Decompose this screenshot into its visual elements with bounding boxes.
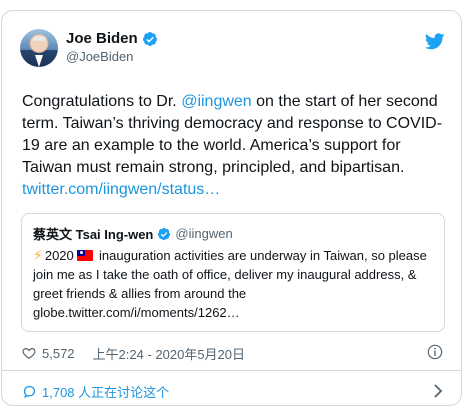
- heart-icon[interactable]: [22, 346, 36, 360]
- replies-footer[interactable]: 1,708 人正在讨论这个: [22, 382, 443, 400]
- replies-label[interactable]: 1,708 人正在讨论这个: [42, 382, 169, 401]
- verified-badge-icon: [158, 227, 171, 240]
- tweet-timestamp[interactable]: 上午2:24 - 2020年5月20日: [93, 344, 245, 363]
- info-icon[interactable]: [427, 344, 443, 360]
- footer-divider: [2, 370, 461, 371]
- reply-bubble-icon: [23, 385, 36, 398]
- tweet-text: Congratulations to Dr. @iingwen on the s…: [22, 91, 448, 201]
- quoted-tweet-header: 蔡英文 Tsai Ing-wen @iingwen: [33, 224, 233, 243]
- lightning-emoji-icon: ⚡: [33, 247, 43, 263]
- status-link[interactable]: twitter.com/iingwen/status…: [22, 181, 220, 198]
- author-name[interactable]: Joe Biden: [66, 30, 138, 47]
- quoted-author-handle: @iingwen: [175, 226, 233, 241]
- tweet-text-prefix: Congratulations to Dr.: [22, 93, 182, 110]
- quoted-author-name: 蔡英文 Tsai Ing-wen: [33, 227, 154, 242]
- quoted-tweet[interactable]: 蔡英文 Tsai Ing-wen @iingwen ⚡ 2020 inaugura…: [21, 213, 445, 332]
- chevron-right-icon[interactable]: [433, 384, 443, 398]
- verified-badge-icon: [142, 31, 157, 46]
- author-avatar[interactable]: [20, 29, 58, 67]
- author-handle[interactable]: @JoeBiden: [66, 49, 158, 64]
- quoted-tweet-body: ⚡ 2020 inauguration activities are underw…: [33, 246, 433, 322]
- twitter-bird-icon[interactable]: [425, 33, 445, 50]
- mention-link[interactable]: @iingwen: [181, 93, 252, 110]
- quoted-body-lead: 2020: [44, 248, 74, 263]
- tweet-card: Joe Biden @JoeBiden Congratulations to D…: [1, 10, 462, 406]
- tweet-header: Joe Biden @JoeBiden: [20, 29, 445, 71]
- taiwan-flag-icon: [77, 250, 94, 261]
- author-info: Joe Biden @JoeBiden: [66, 30, 158, 64]
- like-count[interactable]: 5,572: [42, 346, 75, 361]
- tweet-meta: 5,572 上午2:24 - 2020年5月20日: [22, 344, 443, 362]
